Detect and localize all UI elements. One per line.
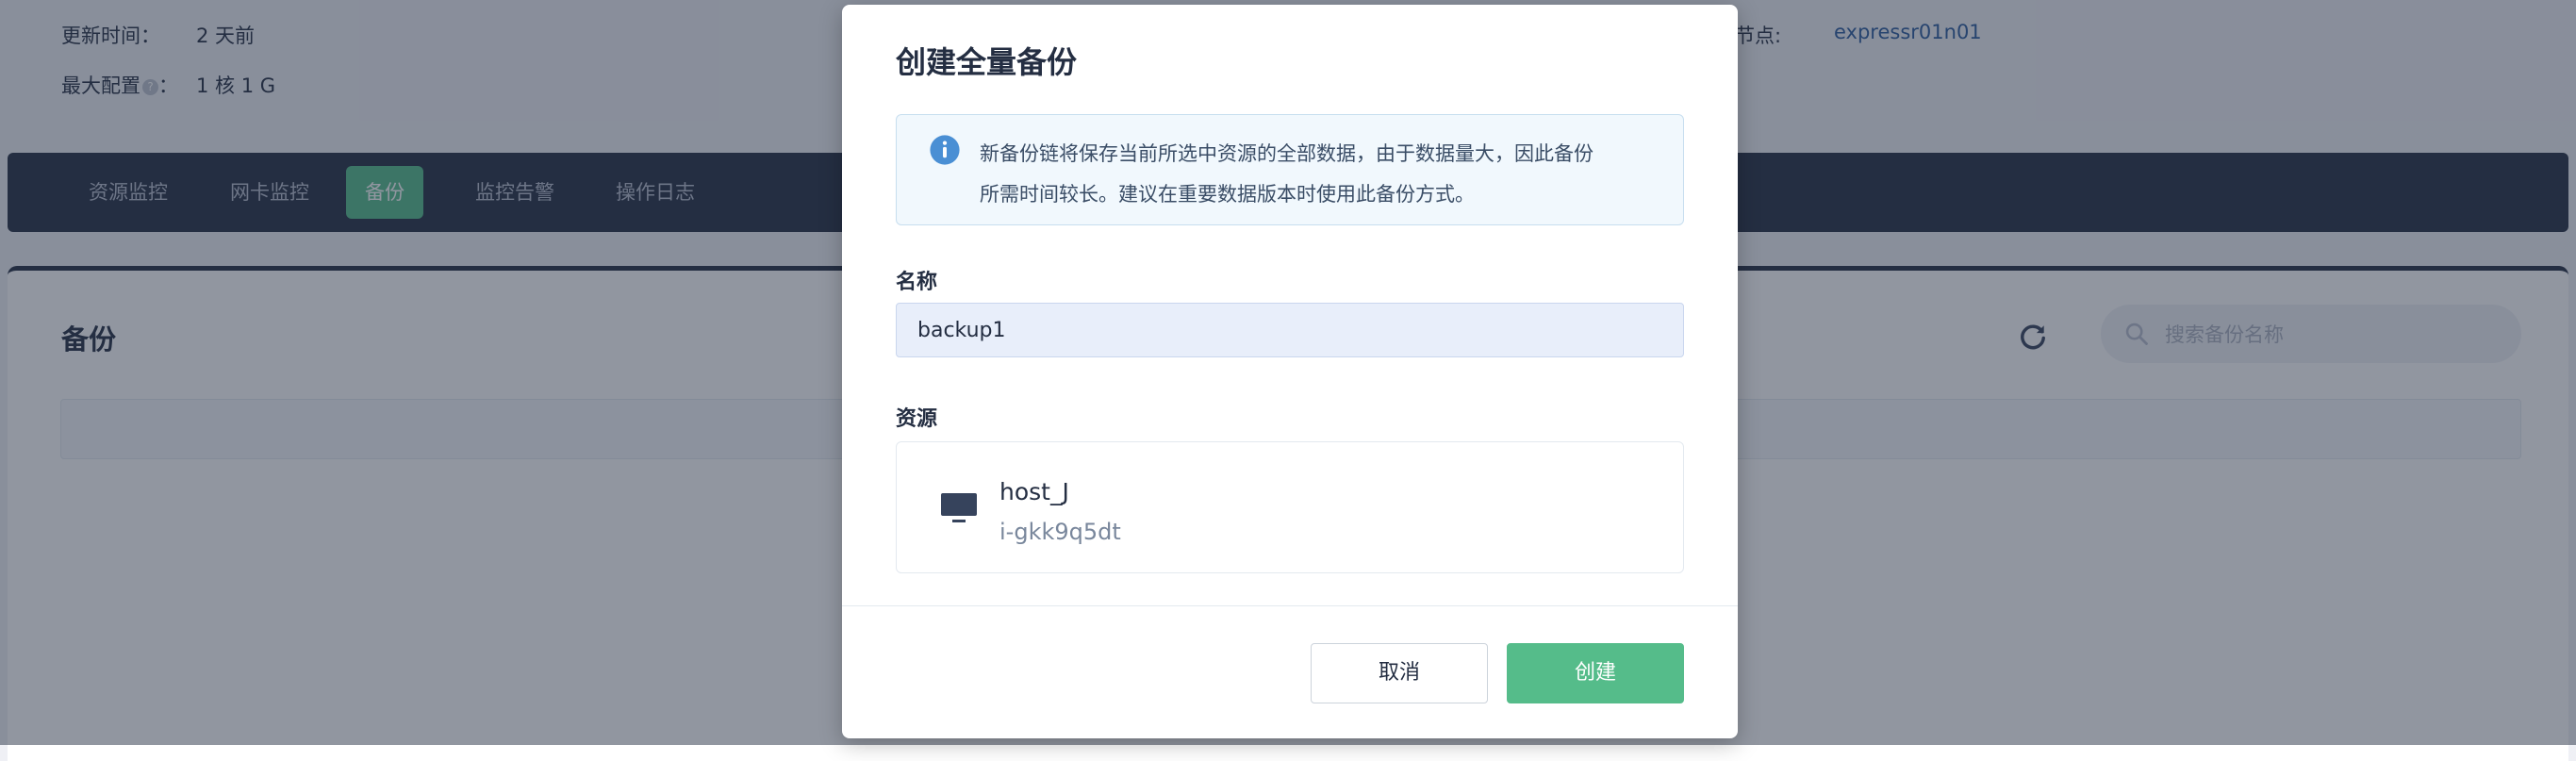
footer-divider xyxy=(842,605,1738,606)
notice-text: 新备份链将保存当前所选中资源的全部数据，由于数据量大，因此备份 所需时间较长。建… xyxy=(980,142,1593,206)
info-icon xyxy=(930,135,960,165)
create-backup-modal: 创建全量备份 新备份链将保存当前所选中资源的全部数据，由于数据量大，因此备份 所… xyxy=(842,5,1738,738)
name-input[interactable] xyxy=(896,303,1684,357)
resource-name: host_J xyxy=(999,478,1069,505)
resource-card[interactable]: host_J i-gkk9q5dt xyxy=(896,441,1684,573)
create-button[interactable]: 创建 xyxy=(1507,643,1684,703)
notice-box: 新备份链将保存当前所选中资源的全部数据，由于数据量大，因此备份 所需时间较长。建… xyxy=(896,114,1684,225)
name-label: 名称 xyxy=(896,271,938,294)
resource-label: 资源 xyxy=(896,407,938,431)
monitor-icon xyxy=(941,493,977,522)
cancel-button[interactable]: 取消 xyxy=(1311,643,1488,703)
resource-id: i-gkk9q5dt xyxy=(999,519,1121,545)
modal-title: 创建全量备份 xyxy=(896,44,1078,80)
